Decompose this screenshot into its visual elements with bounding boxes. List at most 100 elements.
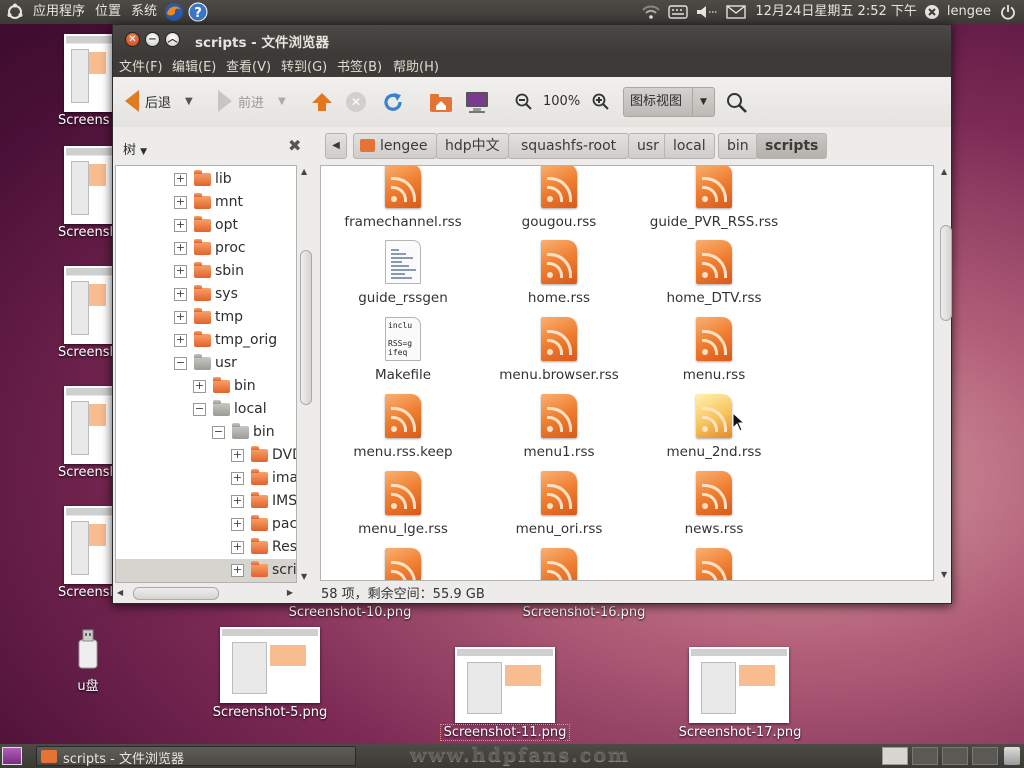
sidebar-tree[interactable]: + lib + mnt + opt + proc + sbin + sys + tmp + tmp_orig −… xyxy=(115,165,297,583)
file-item[interactable]: home_DTV.rss xyxy=(639,240,789,306)
tree-row[interactable]: − bin xyxy=(212,421,275,444)
desktop-thumbnail[interactable] xyxy=(64,266,114,344)
desktop-thumbnail[interactable] xyxy=(689,647,789,723)
workspace-switcher[interactable] xyxy=(942,747,968,765)
desktop-icon-label[interactable]: Screensh xyxy=(58,345,114,360)
forward-dropdown-icon[interactable]: ▼ xyxy=(278,96,286,107)
places-menu[interactable]: 位置 xyxy=(90,0,126,24)
file-item[interactable]: news.rss xyxy=(639,471,789,537)
help-icon[interactable]: ? xyxy=(186,0,210,24)
back-button[interactable]: 后退 ▼ xyxy=(125,90,193,112)
breadcrumb-back-button[interactable]: ◀ xyxy=(325,133,347,159)
expand-icon[interactable]: + xyxy=(174,288,187,301)
file-item[interactable]: framechannel.rss xyxy=(328,166,478,230)
tree-row[interactable]: + scri xyxy=(116,559,296,582)
file-item[interactable] xyxy=(639,548,789,580)
desktop-thumbnail[interactable] xyxy=(64,506,114,584)
clock[interactable]: 12月24日星期五 2:52 下午 xyxy=(750,0,922,24)
file-item[interactable]: menu.browser.rss xyxy=(484,317,634,383)
close-icon[interactable]: ✕ xyxy=(125,32,140,47)
expand-icon[interactable]: + xyxy=(231,449,244,462)
title-bar[interactable]: ✕ − ︿ scripts - 文件浏览器 xyxy=(113,25,951,53)
desktop-thumbnail[interactable] xyxy=(220,627,320,703)
tree-row[interactable]: + opt xyxy=(174,214,238,237)
desktop-thumbnail[interactable] xyxy=(64,386,114,464)
expand-icon[interactable]: + xyxy=(193,380,206,393)
forward-button[interactable]: 前进 ▼ xyxy=(218,90,286,112)
file-item[interactable]: menu_ori.rss xyxy=(484,471,634,537)
expand-icon[interactable]: + xyxy=(174,265,187,278)
expand-icon[interactable]: + xyxy=(231,472,244,485)
collapse-icon[interactable]: − xyxy=(212,426,225,439)
stop-icon[interactable]: ✕ xyxy=(346,92,366,112)
sidebar-scrollbar[interactable]: ▲ ▼ xyxy=(299,165,313,583)
desktop-icon-label[interactable]: Screensh xyxy=(58,225,114,240)
zoom-level[interactable]: 100% xyxy=(543,94,580,109)
back-dropdown-icon[interactable]: ▼ xyxy=(185,96,193,107)
computer-icon[interactable] xyxy=(465,90,489,118)
menu-file[interactable]: 文件(F) xyxy=(119,56,163,75)
sidebar-hscrollbar[interactable]: ◀ ▶ xyxy=(117,585,293,601)
tree-row[interactable]: + sbin xyxy=(174,260,244,283)
file-item[interactable]: menu.rss xyxy=(639,317,789,383)
desktop-file-label[interactable]: Screenshot-10.png xyxy=(270,605,430,620)
search-icon[interactable] xyxy=(726,92,748,118)
scroll-left-icon[interactable]: ◀ xyxy=(117,588,123,597)
user-name[interactable]: lengee xyxy=(942,0,996,24)
usb-drive-icon[interactable] xyxy=(76,628,100,670)
menu-edit[interactable]: 编辑(E) xyxy=(172,56,216,75)
menu-help[interactable]: 帮助(H) xyxy=(393,56,439,75)
keyboard-icon[interactable] xyxy=(664,0,692,24)
expand-icon[interactable]: + xyxy=(174,219,187,232)
collapse-icon[interactable]: − xyxy=(193,403,206,416)
desktop-thumbnail[interactable] xyxy=(64,146,114,224)
tree-row[interactable]: + tmp xyxy=(174,306,243,329)
tree-row[interactable]: − local xyxy=(193,398,267,421)
tree-row[interactable]: − usr xyxy=(174,352,237,375)
tree-row[interactable]: + lib xyxy=(174,168,232,191)
expand-icon[interactable]: + xyxy=(231,518,244,531)
collapse-icon[interactable]: − xyxy=(174,357,187,370)
breadcrumb-scripts[interactable]: scripts xyxy=(756,133,828,159)
scroll-right-icon[interactable]: ▶ xyxy=(287,588,293,597)
expand-icon[interactable]: + xyxy=(174,196,187,209)
menu-bookmarks[interactable]: 书签(B) xyxy=(337,56,382,75)
taskbar-item[interactable]: scripts - 文件浏览器 xyxy=(36,746,356,767)
view-mode-select[interactable]: 图标视图 ▼ xyxy=(623,87,715,117)
scroll-down-icon[interactable]: ▼ xyxy=(941,570,947,579)
tree-row[interactable]: + IMS xyxy=(231,490,296,513)
usb-drive-label[interactable]: u盘 xyxy=(68,675,108,694)
tree-row[interactable]: + Res xyxy=(231,536,296,559)
workspace-switcher[interactable] xyxy=(882,747,908,765)
sidebar-title[interactable]: 树 ▼ xyxy=(123,139,147,158)
file-item[interactable]: menu_2nd.rss xyxy=(639,394,789,460)
hscroll-thumb[interactable] xyxy=(133,587,219,600)
file-item[interactable]: inclu RSS=g ifeq Makefile xyxy=(328,317,478,383)
tree-row[interactable]: + proc xyxy=(174,237,246,260)
file-item[interactable] xyxy=(484,548,634,580)
applications-menu[interactable]: 应用程序 xyxy=(28,0,90,24)
file-item[interactable]: gougou.rss xyxy=(484,166,634,230)
desktop-icon-label[interactable]: Screensh xyxy=(58,585,114,600)
desktop-file-label[interactable]: Screenshot-11.png xyxy=(440,724,570,741)
network-icon[interactable] xyxy=(638,0,664,24)
tree-row[interactable]: + DVD xyxy=(231,444,296,467)
file-item[interactable]: guide_PVR_RSS.rss xyxy=(639,166,789,230)
firefox-icon[interactable] xyxy=(162,0,186,24)
expand-icon[interactable]: + xyxy=(231,495,244,508)
tree-row[interactable]: + pac xyxy=(231,513,296,536)
tree-row[interactable]: + tmp_orig xyxy=(174,329,277,352)
desktop-file-label[interactable]: Screenshot-16.png xyxy=(504,605,664,620)
minimize-icon[interactable]: − xyxy=(145,32,160,47)
zoom-out-icon[interactable] xyxy=(515,93,533,115)
expand-icon[interactable]: + xyxy=(174,334,187,347)
file-item[interactable]: menu1.rss xyxy=(484,394,634,460)
desktop-thumbnail[interactable] xyxy=(455,647,555,723)
up-icon[interactable] xyxy=(311,91,333,117)
mail-icon[interactable] xyxy=(722,0,750,24)
file-item[interactable]: menu.rss.keep xyxy=(328,394,478,460)
menu-go[interactable]: 转到(G) xyxy=(281,56,327,75)
tree-row[interactable]: + bin xyxy=(193,375,256,398)
volume-icon[interactable] xyxy=(692,0,722,24)
workspace-switcher[interactable] xyxy=(912,747,938,765)
